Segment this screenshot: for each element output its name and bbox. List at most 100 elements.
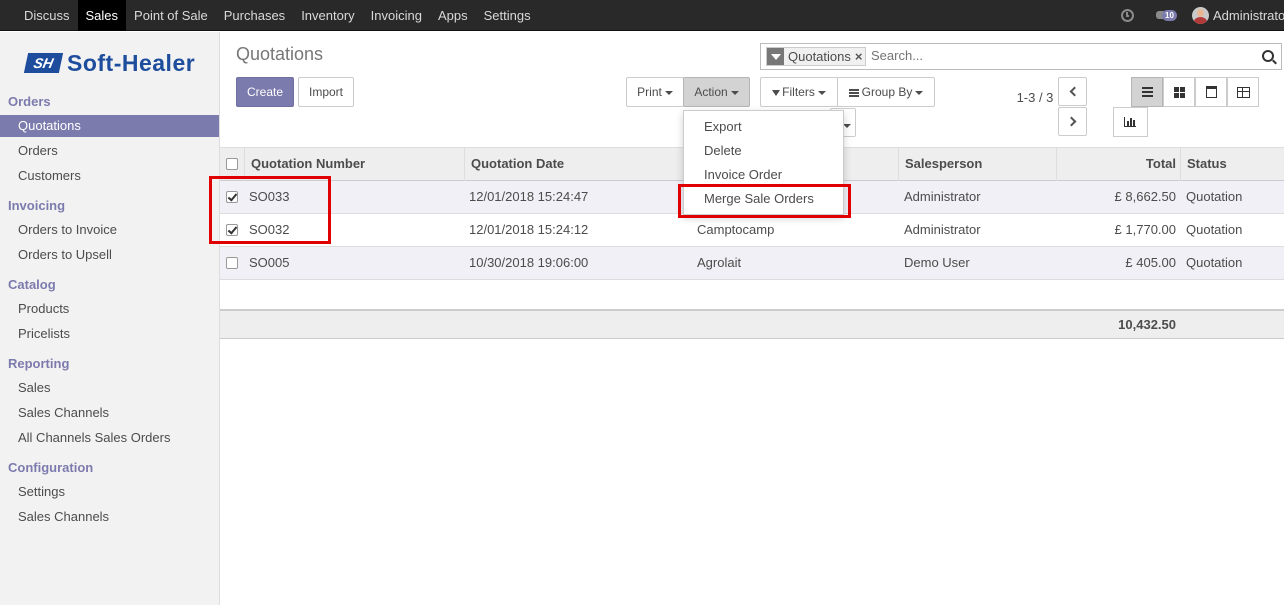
search-input[interactable] bbox=[871, 48, 1251, 63]
section-catalog: Catalog bbox=[8, 277, 56, 292]
create-button[interactable]: Create bbox=[236, 77, 294, 107]
sidebar-item-products[interactable]: Products bbox=[0, 298, 219, 320]
facet-remove-icon[interactable]: × bbox=[855, 49, 866, 64]
chat-count-badge: 10 bbox=[1162, 9, 1177, 21]
highlight-merge-sale-orders bbox=[678, 184, 851, 218]
list-view-button[interactable] bbox=[1131, 77, 1163, 107]
nav-purchases[interactable]: Purchases bbox=[216, 0, 293, 31]
sidebar-item-orders-to-invoice[interactable]: Orders to Invoice bbox=[0, 219, 219, 241]
section-configuration: Configuration bbox=[8, 460, 94, 475]
pivot-table-icon bbox=[1237, 87, 1250, 98]
group-by-button[interactable]: Group By bbox=[837, 77, 935, 107]
sidebar-item-customers[interactable]: Customers bbox=[0, 165, 219, 187]
calendar-view-button[interactable] bbox=[1195, 77, 1227, 107]
caret-down-icon bbox=[843, 123, 851, 128]
column-status[interactable]: Status bbox=[1180, 148, 1284, 181]
table-footer: 10,432.50 bbox=[220, 309, 1284, 339]
sum-total: 10,432.50 bbox=[1118, 317, 1176, 332]
caret-down-icon bbox=[915, 90, 924, 95]
status: Quotation bbox=[1186, 255, 1243, 270]
pager-value[interactable]: 1-3 / 3 bbox=[1015, 89, 1055, 107]
user-menu[interactable]: Administrator bbox=[1213, 8, 1284, 23]
messaging-menu[interactable]: 10 bbox=[1156, 9, 1178, 23]
nav-inventory[interactable]: Inventory bbox=[293, 0, 362, 31]
user-avatar[interactable] bbox=[1192, 7, 1209, 24]
app-menu: Discuss Sales Point of Sale Purchases In… bbox=[16, 0, 539, 31]
salesperson: Demo User bbox=[904, 255, 970, 270]
import-button[interactable]: Import bbox=[298, 77, 354, 107]
filter-icon bbox=[772, 89, 781, 96]
search-box[interactable]: Quotations × bbox=[760, 43, 1282, 70]
sidebar-item-all-channels-sales-orders[interactable]: All Channels Sales Orders bbox=[0, 427, 219, 449]
caret-down-icon bbox=[730, 90, 739, 95]
chevron-left-icon bbox=[1069, 86, 1080, 97]
bars-icon bbox=[848, 88, 859, 97]
table-row[interactable]: SO032 12/01/2018 15:24:12 Camptocamp Adm… bbox=[220, 214, 1284, 247]
kanban-icon bbox=[1174, 87, 1185, 98]
total: £ 405.00 bbox=[1125, 255, 1176, 270]
nav-invoicing[interactable]: Invoicing bbox=[363, 0, 430, 31]
sidebar-item-orders[interactable]: Orders bbox=[0, 140, 219, 162]
group-by-label: Group By bbox=[861, 85, 913, 99]
nav-discuss[interactable]: Discuss bbox=[16, 0, 78, 31]
caret-down-icon bbox=[817, 90, 826, 95]
nav-apps[interactable]: Apps bbox=[430, 0, 476, 31]
chevron-right-icon bbox=[1066, 116, 1077, 127]
salesperson: Administrator bbox=[904, 189, 981, 204]
systray: 10 Administrator bbox=[1121, 0, 1284, 31]
kanban-view-button[interactable] bbox=[1163, 77, 1195, 107]
highlight-selected-rows bbox=[209, 176, 331, 244]
column-quotation-date[interactable]: Quotation Date bbox=[464, 148, 684, 181]
search-icon[interactable] bbox=[1262, 50, 1274, 62]
logo-text: Soft-Healer bbox=[67, 49, 196, 76]
quotation-number: SO005 bbox=[249, 255, 290, 270]
section-reporting: Reporting bbox=[8, 356, 70, 371]
sidebar-item-quotations[interactable]: Quotations bbox=[0, 115, 219, 137]
activity-clock-icon[interactable] bbox=[1121, 9, 1134, 22]
bar-chart-icon bbox=[1124, 117, 1136, 127]
filters-label: Filters bbox=[782, 85, 815, 99]
sidebar-item-orders-to-upsell[interactable]: Orders to Upsell bbox=[0, 244, 219, 266]
column-salesperson[interactable]: Salesperson bbox=[898, 148, 1057, 181]
sidebar-item-settings[interactable]: Settings bbox=[0, 481, 219, 503]
pivot-view-button[interactable] bbox=[1227, 77, 1259, 107]
action-delete[interactable]: Delete bbox=[684, 139, 843, 163]
sidebar-item-sales-channels[interactable]: Sales Channels bbox=[0, 402, 219, 424]
status: Quotation bbox=[1186, 189, 1243, 204]
sidebar-item-pricelists[interactable]: Pricelists bbox=[0, 323, 219, 345]
column-total[interactable]: Total bbox=[1056, 148, 1181, 181]
print-button[interactable]: Print bbox=[626, 77, 684, 107]
nav-settings[interactable]: Settings bbox=[476, 0, 539, 31]
graph-view-button[interactable] bbox=[1113, 107, 1148, 137]
customer: Camptocamp bbox=[697, 222, 775, 237]
quotation-date: 12/01/2018 15:24:12 bbox=[469, 222, 589, 237]
section-orders: Orders bbox=[8, 94, 51, 109]
sidebar-item-sales-channels-config[interactable]: Sales Channels bbox=[0, 506, 219, 528]
total: £ 8,662.50 bbox=[1114, 189, 1176, 204]
salesperson: Administrator bbox=[904, 222, 981, 237]
page-title: Quotations bbox=[236, 44, 324, 64]
pager-previous-button[interactable] bbox=[1058, 77, 1087, 106]
sidebar-item-sales[interactable]: Sales bbox=[0, 377, 219, 399]
pager-next-button[interactable] bbox=[1058, 107, 1087, 136]
top-navbar: Discuss Sales Point of Sale Purchases In… bbox=[0, 0, 1284, 31]
softhealer-logo: SH Soft-Healer bbox=[23, 49, 196, 76]
table-row[interactable]: SO005 10/30/2018 19:06:00 Agrolait Demo … bbox=[220, 247, 1284, 280]
quotation-date: 12/01/2018 15:24:47 bbox=[469, 189, 589, 204]
status: Quotation bbox=[1186, 222, 1243, 237]
calendar-icon bbox=[1206, 86, 1217, 98]
quotation-date: 10/30/2018 19:06:00 bbox=[469, 255, 589, 270]
row-checkbox[interactable] bbox=[226, 257, 238, 269]
customer: Agrolait bbox=[697, 255, 742, 270]
caret-down-icon bbox=[664, 90, 673, 95]
print-label: Print bbox=[637, 85, 662, 99]
nav-point-of-sale[interactable]: Point of Sale bbox=[126, 0, 216, 31]
action-button[interactable]: Action bbox=[683, 77, 750, 107]
filter-icon bbox=[767, 48, 784, 65]
select-all-checkbox[interactable] bbox=[226, 158, 238, 170]
action-export[interactable]: Export bbox=[684, 115, 843, 139]
logo-mark: SH bbox=[23, 53, 64, 73]
filters-button[interactable]: Filters bbox=[760, 77, 838, 107]
sidebar: SH Soft-Healer Orders Quotations Orders … bbox=[0, 32, 220, 605]
nav-sales[interactable]: Sales bbox=[77, 0, 127, 31]
